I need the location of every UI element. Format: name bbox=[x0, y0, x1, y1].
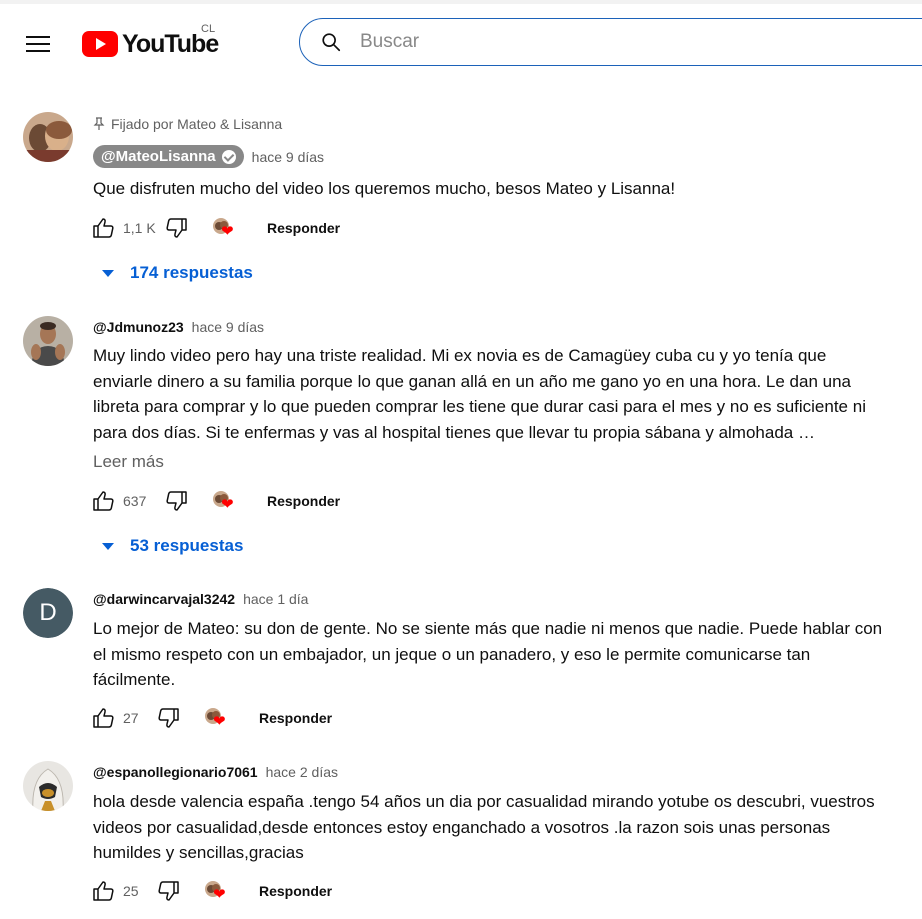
youtube-logo[interactable]: YouTube bbox=[82, 26, 219, 62]
heart-icon: ❤ bbox=[221, 223, 234, 240]
dislike-button[interactable] bbox=[161, 213, 191, 243]
like-count: 1,1 K bbox=[123, 220, 156, 236]
reply-button[interactable]: Responder bbox=[259, 883, 332, 899]
chevron-down-icon bbox=[102, 269, 114, 277]
author-name[interactable]: @darwincarvajal3242 bbox=[93, 591, 235, 607]
avatar[interactable] bbox=[23, 112, 73, 162]
comment-actions: 27 ❤ Responder bbox=[89, 703, 332, 733]
avatar-letter: D bbox=[23, 588, 73, 638]
comment-header: @espanollegionario7061 hace 2 días bbox=[93, 764, 338, 780]
country-code: CL bbox=[201, 23, 216, 35]
comment-text: Muy lindo video pero hay una triste real… bbox=[93, 346, 866, 442]
comment-time[interactable]: hace 1 día bbox=[243, 591, 308, 607]
avatar[interactable]: D bbox=[23, 588, 73, 638]
read-more-link[interactable]: Leer más bbox=[93, 452, 164, 472]
creator-heart: ❤ bbox=[203, 705, 229, 731]
thumbs-down-icon bbox=[158, 881, 179, 901]
comment-actions: 637 ❤ Responder bbox=[89, 486, 340, 516]
creator-heart: ❤ bbox=[211, 215, 237, 241]
like-button[interactable] bbox=[89, 703, 119, 733]
avatar[interactable] bbox=[23, 316, 73, 366]
comment-actions: 25 ❤ Responder bbox=[89, 876, 332, 906]
comment-text: Que disfruten mucho del video los querem… bbox=[93, 179, 676, 198]
reply-button[interactable]: Responder bbox=[267, 220, 340, 236]
like-button[interactable] bbox=[89, 876, 119, 906]
verified-check-icon bbox=[221, 149, 236, 164]
comment-text: Lo mejor de Mateo: su don de gente. No s… bbox=[93, 619, 883, 689]
dislike-button[interactable] bbox=[153, 703, 183, 733]
like-count: 27 bbox=[123, 710, 139, 726]
pinned-label: Fijado por Mateo & Lisanna bbox=[93, 116, 282, 132]
author-name[interactable]: @espanollegionario7061 bbox=[93, 764, 258, 780]
heart-icon: ❤ bbox=[213, 713, 226, 730]
thumbs-up-icon bbox=[93, 491, 114, 511]
creator-heart: ❤ bbox=[211, 488, 237, 514]
reply-button[interactable]: Responder bbox=[259, 710, 332, 726]
comment-time[interactable]: hace 2 días bbox=[266, 764, 338, 780]
masthead: YouTube CL bbox=[0, 4, 922, 80]
search-input[interactable] bbox=[358, 30, 902, 54]
search-icon bbox=[322, 33, 341, 52]
comment-header: @darwincarvajal3242 hace 1 día bbox=[93, 591, 308, 607]
thumbs-down-icon bbox=[158, 708, 179, 728]
heart-icon: ❤ bbox=[213, 886, 226, 903]
menu-icon bbox=[26, 36, 50, 38]
comment-actions: 1,1 K ❤ Responder bbox=[89, 213, 340, 243]
author-chip[interactable]: @MateoLisanna bbox=[93, 145, 244, 168]
comment-time[interactable]: hace 9 días bbox=[252, 149, 324, 165]
replies-toggle[interactable]: 53 respuestas bbox=[96, 536, 243, 556]
reply-button[interactable]: Responder bbox=[267, 493, 340, 509]
comment-text: hola desde valencia españa .tengo 54 año… bbox=[93, 792, 875, 862]
dislike-button[interactable] bbox=[161, 486, 191, 516]
thumbs-up-icon bbox=[93, 708, 114, 728]
menu-button[interactable] bbox=[20, 26, 56, 62]
search-box[interactable] bbox=[299, 18, 922, 66]
creator-heart: ❤ bbox=[203, 878, 229, 904]
dislike-button[interactable] bbox=[153, 876, 183, 906]
avatar[interactable] bbox=[23, 761, 73, 811]
like-button[interactable] bbox=[89, 486, 119, 516]
youtube-play-icon bbox=[82, 31, 118, 57]
like-count: 637 bbox=[123, 493, 147, 509]
replies-toggle[interactable]: 174 respuestas bbox=[96, 263, 253, 283]
like-count: 25 bbox=[123, 883, 139, 899]
like-button[interactable] bbox=[89, 213, 119, 243]
comment-header: @MateoLisanna hace 9 días bbox=[93, 145, 324, 168]
pin-icon bbox=[93, 117, 105, 130]
thumbs-up-icon bbox=[93, 881, 114, 901]
comment-time[interactable]: hace 9 días bbox=[192, 319, 264, 335]
author-name[interactable]: @Jdmunoz23 bbox=[93, 319, 184, 335]
heart-icon: ❤ bbox=[221, 496, 234, 513]
thumbs-up-icon bbox=[93, 218, 114, 238]
chevron-down-icon bbox=[102, 542, 114, 550]
comment-header: @Jdmunoz23 hace 9 días bbox=[93, 319, 264, 335]
thumbs-down-icon bbox=[166, 218, 187, 238]
thumbs-down-icon bbox=[166, 491, 187, 511]
